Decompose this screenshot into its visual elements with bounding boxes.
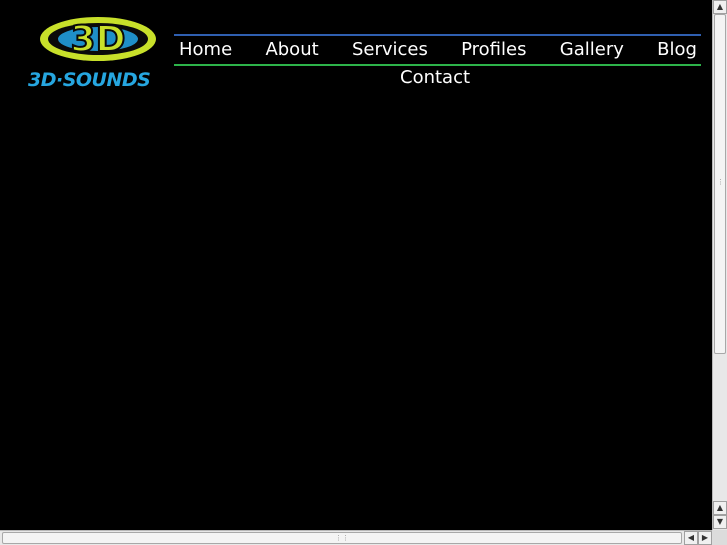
scroll-up-arrow-icon[interactable]: ▲ (713, 0, 727, 14)
scrollbar-corner (712, 530, 727, 545)
logo-mark-text: 3D (71, 19, 126, 60)
nav-item-home[interactable]: Home (179, 38, 232, 62)
horizontal-scrollbar[interactable]: ⋮⋮ ◀ ▶ (0, 530, 712, 545)
logo-emblem-icon: 3D (40, 17, 156, 61)
nav-item-gallery[interactable]: Gallery (560, 38, 624, 62)
nav-item-about[interactable]: About (265, 38, 318, 62)
scroll-up-arrow-icon[interactable]: ▲ (713, 501, 727, 515)
nav-item-blog[interactable]: Blog (657, 38, 697, 62)
grip-icon: ⋮⋮ (335, 534, 349, 542)
logo-wordmark: 3D·SOUNDS (28, 69, 151, 91)
main-navigation: Home About Services Profiles Gallery Blo… (174, 34, 701, 66)
vertical-scroll-thumb[interactable]: ⋮⋮ (714, 14, 727, 354)
nav-item-contact[interactable]: Contact (400, 66, 470, 90)
nav-top-rule (174, 34, 701, 36)
scroll-down-arrow-icon[interactable]: ▼ (713, 515, 727, 529)
vertical-scrollbar[interactable]: ▲ ⋮⋮ ▲ ▼ (712, 0, 727, 530)
nav-menu: Home About Services Profiles Gallery Blo… (174, 38, 701, 62)
scroll-right-arrow-icon[interactable]: ▶ (698, 531, 712, 545)
site-logo[interactable]: 3D 3D·SOUNDS (26, 14, 168, 96)
grip-icon: ⋮⋮ (717, 178, 727, 186)
nav-item-profiles[interactable]: Profiles (461, 38, 526, 62)
page-viewport: 3D 3D·SOUNDS Home About Services Profile… (0, 0, 712, 530)
horizontal-scroll-thumb[interactable]: ⋮⋮ (2, 532, 682, 544)
scroll-left-arrow-icon[interactable]: ◀ (684, 531, 698, 545)
nav-item-services[interactable]: Services (352, 38, 428, 62)
